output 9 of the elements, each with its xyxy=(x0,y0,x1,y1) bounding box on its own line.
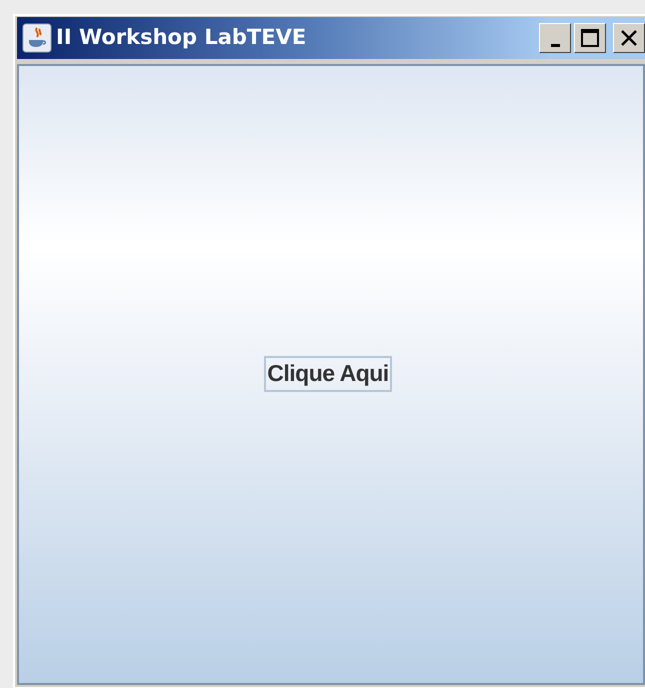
minimize-icon xyxy=(550,44,560,46)
close-button[interactable] xyxy=(613,23,645,53)
maximize-icon xyxy=(580,28,600,48)
close-icon xyxy=(619,28,639,48)
coffee-cup-icon xyxy=(22,23,52,53)
window-title: II Workshop LabTEVE xyxy=(56,24,306,52)
maximize-button[interactable] xyxy=(574,23,606,53)
click-here-button[interactable]: Clique Aqui xyxy=(264,356,392,392)
minimize-button[interactable] xyxy=(539,23,571,53)
